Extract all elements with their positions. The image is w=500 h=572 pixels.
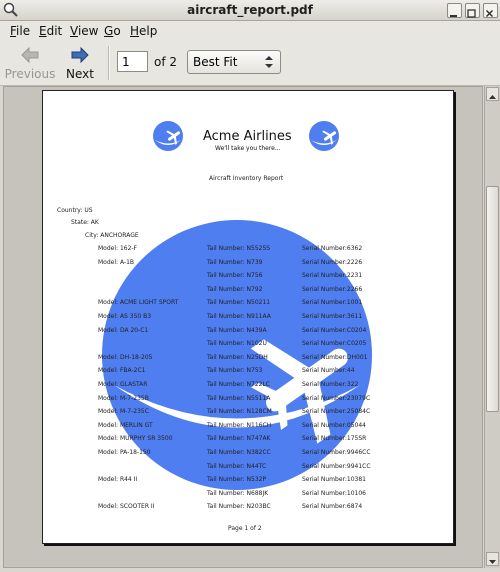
row-tail: Tail Number: N911AA <box>207 313 271 320</box>
row-model: Model: MERLIN GT <box>98 421 153 429</box>
row-model: Model: FBA-2C1 <box>98 367 146 375</box>
row-model: Model: R44 II <box>98 476 138 484</box>
row-serial: Serial Number:175SR <box>302 435 367 443</box>
row-serial: Serial Number:322 <box>302 381 359 388</box>
page-total-label: of 2 <box>154 55 178 69</box>
chevron-updown-icon <box>265 56 273 68</box>
company-name: Acme Airlines <box>203 129 292 144</box>
menu-go[interactable]: Go <box>104 24 121 38</box>
row-tail: Tail Number: N25DH <box>207 353 268 361</box>
arrow-left-icon <box>21 46 39 64</box>
window-title: aircraft_report.pdf <box>187 3 313 17</box>
row-serial: Serial Number:25084C <box>302 408 371 416</box>
row-model: Model: DH-18-205 <box>98 353 153 361</box>
row-serial: Serial Number:05044 <box>302 421 366 429</box>
report-title: Aircraft Inventory Report <box>209 175 284 182</box>
minimize-button[interactable] <box>447 3 462 18</box>
row-tail: Tail Number: N102U <box>207 340 267 348</box>
maximize-button[interactable] <box>465 3 480 18</box>
row-serial: Serial Number:10106 <box>302 489 366 497</box>
menu-file[interactable]: File <box>10 24 30 38</box>
row-tail: Tail Number: N739 <box>207 258 263 266</box>
scroll-up-arrow[interactable] <box>486 87 499 101</box>
row-serial: Serial Number:3611 <box>302 313 363 320</box>
row-model: Model: AS 350 B3 <box>98 313 152 320</box>
row-tail: Tail Number: N532P <box>207 476 267 484</box>
row-serial: Serial Number:C0204 <box>302 326 367 334</box>
row-tail: Tail Number: N688JK <box>207 489 269 497</box>
scroll-down-arrow[interactable] <box>486 552 499 566</box>
row-serial: Serial Number:2266 <box>302 285 363 293</box>
row-model: Model: ACME LIGHT SPORT <box>98 299 179 307</box>
company-tagline: We'll take you there... <box>215 145 281 152</box>
previous-label: Previous <box>4 67 56 81</box>
arrow-right-icon <box>71 46 89 64</box>
next-label: Next <box>66 67 94 81</box>
row-model: Model: MURPHY SR 3500 <box>98 435 173 443</box>
row-serial: Serial Number:10381 <box>302 476 366 484</box>
page-number-input[interactable]: 1 <box>117 51 148 72</box>
row-tail: Tail Number: N756 <box>207 272 263 280</box>
row-tail: Tail Number: N50211 <box>207 299 271 307</box>
pdf-page: Acme Airlines We'll take you there... Ai… <box>42 90 454 544</box>
previous-button[interactable]: Previous <box>2 43 58 83</box>
row-tail: Tail Number: N439A <box>207 326 267 334</box>
row-serial: Serial Number:2231 <box>302 272 363 280</box>
row-serial: Serial Number:9946CC <box>302 449 371 456</box>
arrow-down-icon <box>489 560 496 564</box>
row-tail: Tail Number: N116CH <box>207 421 272 429</box>
arrow-up-icon <box>489 95 496 99</box>
country-heading: Country: US <box>57 207 93 214</box>
row-serial: Serial Number:1001 <box>302 299 363 307</box>
state-heading: State: AK <box>71 219 99 226</box>
row-tail: Tail Number: N203BC <box>207 503 271 511</box>
airline-logo-icon <box>309 121 339 151</box>
row-model: Model: DA 20-C1 <box>98 326 149 334</box>
row-tail: Tail Number: N792 <box>207 285 263 293</box>
row-model: Model: SCOOTER II <box>98 503 155 511</box>
zoom-select[interactable]: Best Fit <box>187 50 281 74</box>
row-tail: Tail Number: N753 <box>207 367 263 375</box>
row-serial: Serial Number:2226 <box>302 258 363 266</box>
menu-help[interactable]: Help <box>130 24 157 38</box>
row-serial: Serial Number:DH001 <box>302 353 368 361</box>
row-model: Model: A-1B <box>98 258 135 266</box>
next-button[interactable]: Next <box>52 43 108 83</box>
row-serial: Serial Number:6874 <box>302 503 363 511</box>
city-heading: City: ANCHORAGE <box>85 232 139 239</box>
row-serial: Serial Number:23079C <box>302 394 371 402</box>
minimize-icon <box>450 15 457 17</box>
row-model: Model: 162-F <box>98 245 138 252</box>
close-icon <box>485 9 494 18</box>
scroll-thumb[interactable] <box>486 186 499 412</box>
row-tail: Tail Number: N747AK <box>207 435 271 443</box>
menu-edit[interactable]: Edit <box>39 24 62 38</box>
row-serial: Serial Number:6362 <box>302 245 363 252</box>
maximize-icon <box>467 9 476 18</box>
vertical-scrollbar[interactable] <box>484 86 500 568</box>
menu-view[interactable]: View <box>70 24 98 38</box>
row-tail: Tail Number: N722LC <box>207 381 270 388</box>
row-tail: Tail Number: N5525S <box>207 245 271 252</box>
row-model: Model: M-7-235B <box>98 394 149 402</box>
toolbar-separator <box>108 46 110 80</box>
close-button[interactable] <box>483 3 498 18</box>
zoom-value: Best Fit <box>193 55 238 69</box>
airline-logo-icon <box>153 121 183 151</box>
row-serial: Serial Number:44 <box>302 367 355 375</box>
row-model: Model: GLASTAR <box>98 381 148 388</box>
title-bar: aircraft_report.pdf <box>0 0 500 21</box>
row-serial: Serial Number:9941CC <box>302 462 371 470</box>
row-tail: Tail Number: N44TC <box>207 462 267 470</box>
row-tail: Tail Number: N382CC <box>207 449 271 456</box>
row-serial: Serial Number:C0205 <box>302 340 367 348</box>
row-tail: Tail Number: N128CM <box>207 408 272 416</box>
row-model: Model: M-7-235C <box>98 408 149 416</box>
menu-bar: File Edit View Go Help <box>0 21 500 41</box>
row-model: Model: PA-18-150 <box>98 449 151 456</box>
page-footer: Page 1 of 2 <box>228 525 262 532</box>
row-tail: Tail Number: N5511A <box>207 394 271 402</box>
